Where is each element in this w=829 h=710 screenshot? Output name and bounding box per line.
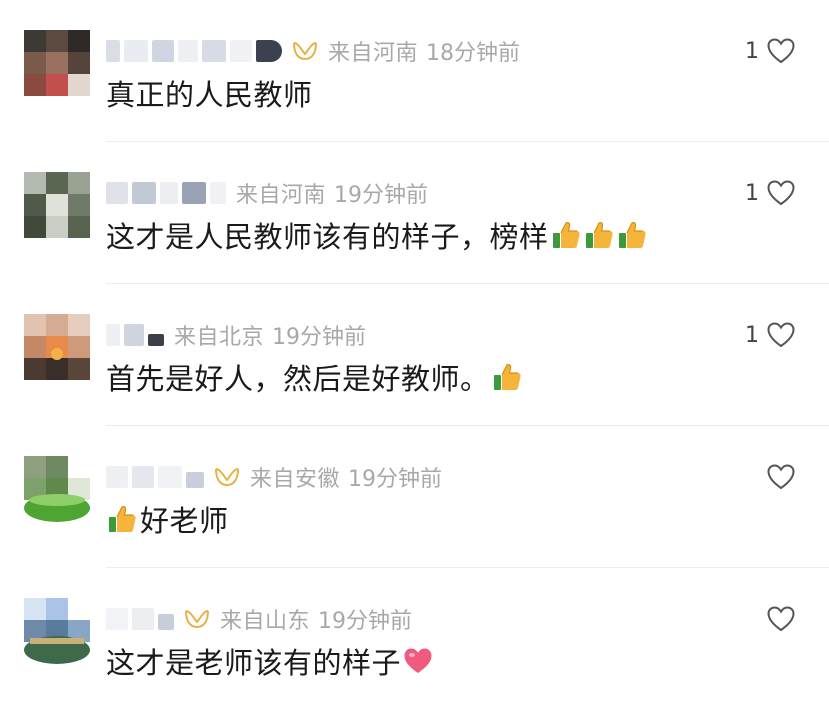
comment-item: 来自北京 19分钟前 1 首先是好人，然后是好教师。 bbox=[0, 284, 829, 426]
timestamp: 19分钟前 bbox=[334, 183, 429, 208]
username-redacted[interactable] bbox=[106, 324, 164, 346]
vip-badge-icon bbox=[184, 608, 210, 630]
comment-list: 来自河南 18分钟前 1 真正的人民教师 来自河南 19分钟前 1 这才是人民教… bbox=[0, 0, 829, 709]
like-area: 1 bbox=[745, 36, 795, 66]
comment-item: 来自山东 19分钟前 这才是老师该有的样子 bbox=[0, 568, 829, 710]
comment-text-row: 这才是人民教师该有的样子，榜样 bbox=[106, 214, 648, 256]
like-count: 1 bbox=[745, 322, 759, 348]
avatar[interactable] bbox=[24, 598, 90, 664]
timestamp: 18分钟前 bbox=[426, 41, 521, 66]
comment-text: 这才是人民教师该有的样子，榜样 bbox=[106, 220, 549, 254]
thumbs-up-emoji bbox=[616, 219, 648, 251]
username-redacted[interactable] bbox=[106, 608, 174, 630]
heart-outline-icon[interactable] bbox=[767, 180, 795, 206]
timestamp: 19分钟前 bbox=[272, 325, 367, 350]
comment-meta: 来自河南 19分钟前 bbox=[106, 177, 428, 209]
username-redacted[interactable] bbox=[106, 182, 226, 204]
like-area: 1 bbox=[745, 178, 795, 208]
heart-outline-icon[interactable] bbox=[767, 464, 795, 490]
location-label: 来自河南 bbox=[328, 41, 419, 66]
comment-text: 这才是老师该有的样子 bbox=[106, 646, 402, 680]
vip-badge-icon bbox=[292, 40, 318, 62]
thumbs-up-emoji bbox=[583, 219, 615, 251]
comment-text: 好老师 bbox=[140, 504, 229, 538]
thumbs-up-emoji bbox=[106, 503, 138, 535]
comment-text-row: 首先是好人，然后是好教师。 bbox=[106, 356, 523, 398]
vip-badge-icon bbox=[214, 466, 240, 488]
username-redacted[interactable] bbox=[106, 40, 282, 62]
like-count: 1 bbox=[745, 38, 759, 64]
heart-outline-icon[interactable] bbox=[767, 322, 795, 348]
timestamp: 19分钟前 bbox=[348, 467, 443, 492]
heart-outline-icon[interactable] bbox=[767, 38, 795, 64]
red-heart-emoji bbox=[402, 645, 434, 677]
comment-meta: 来自安徽 19分钟前 bbox=[106, 461, 442, 493]
like-area bbox=[759, 462, 795, 492]
comment-item: 来自河南 19分钟前 1 这才是人民教师该有的样子，榜样 bbox=[0, 142, 829, 284]
timestamp: 19分钟前 bbox=[318, 609, 413, 634]
comment-meta: 来自北京 19分钟前 bbox=[106, 319, 366, 351]
comment-text: 真正的人民教师 bbox=[106, 78, 313, 112]
heart-outline-icon[interactable] bbox=[767, 606, 795, 632]
comment-meta: 来自河南 18分钟前 bbox=[106, 35, 520, 67]
location-label: 来自河南 bbox=[236, 183, 327, 208]
avatar[interactable] bbox=[24, 172, 90, 238]
thumbs-up-emoji bbox=[550, 219, 582, 251]
comment-text-row: 这才是老师该有的样子 bbox=[106, 640, 434, 682]
avatar[interactable] bbox=[24, 456, 90, 522]
location-label: 来自山东 bbox=[220, 609, 311, 634]
comment-text-row: 真正的人民教师 bbox=[106, 72, 313, 114]
comment-text: 首先是好人，然后是好教师。 bbox=[106, 362, 490, 396]
like-area: 1 bbox=[745, 320, 795, 350]
avatar[interactable] bbox=[24, 30, 90, 96]
comment-item: 来自安徽 19分钟前 好老师 bbox=[0, 426, 829, 568]
like-area bbox=[759, 604, 795, 634]
like-count: 1 bbox=[745, 180, 759, 206]
thumbs-up-emoji bbox=[491, 361, 523, 393]
comment-text-row: 好老师 bbox=[106, 498, 229, 540]
comment-item: 来自河南 18分钟前 1 真正的人民教师 bbox=[0, 0, 829, 142]
location-label: 来自安徽 bbox=[250, 467, 341, 492]
location-label: 来自北京 bbox=[174, 325, 265, 350]
avatar[interactable] bbox=[24, 314, 90, 380]
comment-meta: 来自山东 19分钟前 bbox=[106, 603, 412, 635]
username-redacted[interactable] bbox=[106, 466, 204, 488]
